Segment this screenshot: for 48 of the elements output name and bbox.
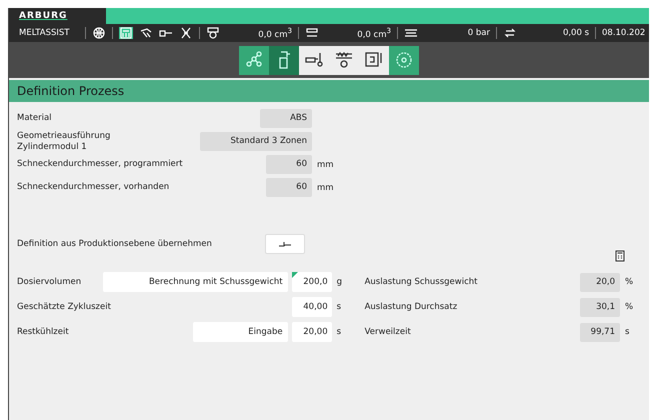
value-field: 99,71: [580, 322, 620, 342]
status-reading: 0 bar: [466, 28, 490, 38]
field-label: Schneckendurchmesser, vorhanden: [17, 182, 170, 194]
logo: ARBURG: [9, 8, 106, 24]
row-label: Auslastung Schussgewicht: [364, 277, 478, 288]
unit-text: mm: [317, 160, 333, 170]
value-field: Standard 3 Zonen: [200, 132, 312, 152]
unit-text: g: [336, 277, 344, 288]
value-input[interactable]: 40,00: [292, 297, 332, 318]
value-field: 30,1: [580, 298, 620, 317]
value-field: 60: [266, 178, 312, 198]
mode-select[interactable]: Berechnung mit Schussgewicht: [102, 272, 288, 292]
status-reading: 0,0 cm$^{3}$: [257, 26, 292, 40]
unit-text: mm: [317, 182, 333, 193]
view-tab[interactable]: [359, 46, 389, 74]
screw-icon: [334, 50, 354, 70]
unit-text: s: [625, 327, 630, 338]
unit-text: %: [625, 302, 634, 312]
unit-text: s: [336, 302, 342, 312]
field-label: Material: [17, 113, 53, 124]
row-label: Restkühlzeit: [17, 327, 70, 338]
value-field: 60: [266, 155, 312, 174]
value-field: 20,0: [580, 272, 620, 292]
tool-icon: [278, 240, 292, 248]
calculator-icon[interactable]: [615, 250, 625, 262]
date-text: 08.10.202: [602, 28, 646, 38]
mode-select[interactable]: Eingabe: [192, 322, 288, 342]
row-label: Dosiervolumen: [17, 277, 82, 288]
status-reading: 0,0 cm$^{3}$: [356, 26, 391, 40]
row-label: Auslastung Durchsatz: [364, 302, 458, 312]
row-label: Verweilzeit: [364, 327, 412, 338]
field-label: Schneckendurchmesser, programmiert: [17, 159, 184, 170]
unit-text: s: [336, 327, 342, 338]
cycle-icon: [503, 27, 517, 39]
value-input[interactable]: 200,0: [292, 272, 332, 292]
row-label: Geschätzte Zykluszeit: [17, 302, 112, 312]
unit-text: %: [625, 277, 634, 288]
status-reading: 0,00 s: [562, 28, 589, 38]
view-tab[interactable]: [299, 46, 329, 74]
app-name: MELTASSIST: [19, 28, 71, 38]
section-title: Definition Prozess: [9, 80, 649, 102]
value-input[interactable]: 20,00: [292, 322, 332, 342]
globe-icon[interactable]: [92, 27, 106, 39]
gear-icon: [394, 50, 414, 70]
transfer-label: Definition aus Produktionsebene übernehmen: [17, 239, 213, 250]
value-field: ABS: [260, 109, 312, 128]
view-tab[interactable]: [269, 46, 299, 74]
field-label: Geometrieausführung Zylindermodul 1: [17, 131, 112, 152]
